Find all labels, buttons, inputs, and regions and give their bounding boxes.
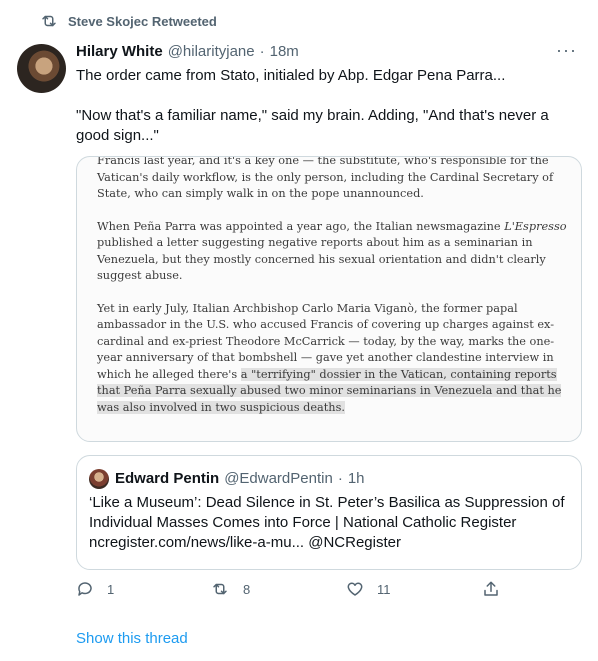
tweet-text-line2: "Now that's a familiar name," said my br…: [76, 107, 549, 144]
author-name[interactable]: Hilary White: [76, 43, 163, 60]
retweet-button[interactable]: 8: [210, 580, 250, 598]
show-thread-link[interactable]: Show this thread: [76, 630, 188, 647]
quoted-text: ‘Like a Museum’: Dead Silence in St. Pet…: [89, 494, 565, 531]
article-para-2-pre: When Peña Parra was appointed a year ago…: [97, 219, 505, 233]
more-icon[interactable]: ···: [556, 40, 577, 61]
retweet-count: 8: [243, 581, 251, 597]
quoted-header: Edward Pentin @EdwardPentin · 1h: [115, 470, 365, 487]
quoted-tweet[interactable]: Edward Pentin @EdwardPentin · 1h ‘Like a…: [76, 455, 582, 570]
retweet-label: Steve Skojec Retweeted: [68, 13, 217, 29]
tweet-header: Hilary White @hilarityjane · 18m: [76, 43, 299, 60]
like-button[interactable]: 11: [346, 580, 391, 598]
tweet-actions: 1 8 11: [76, 580, 498, 604]
like-count: 11: [377, 581, 391, 597]
reply-icon: [76, 580, 94, 598]
quoted-link: ncregister.com/news/like-a-mu... @NCRegi…: [89, 534, 401, 551]
article-para-1: Francis last year, and it's a key one — …: [97, 156, 554, 200]
tweet-time[interactable]: 18m: [270, 43, 299, 60]
reply-count: 1: [107, 581, 115, 597]
retweet-icon: [40, 12, 58, 30]
quoted-text-block: ‘Like a Museum’: Dead Silence in St. Pet…: [89, 493, 569, 553]
author-handle[interactable]: @hilarityjane: [168, 43, 255, 60]
quoted-author-avatar: [89, 469, 109, 489]
header-separator: ·: [259, 43, 265, 60]
article-para-3: Yet in early July, Italian Archbishop Ca…: [97, 301, 567, 417]
quoted-separator: ·: [337, 470, 343, 487]
heart-icon: [346, 580, 364, 598]
tweet-text-line1: The order came from Stato, initialed by …: [76, 67, 506, 84]
quoted-author-name: Edward Pentin: [115, 470, 220, 487]
author-avatar[interactable]: [17, 44, 66, 93]
article-para-2-post: published a letter suggesting negative r…: [97, 236, 546, 282]
article-para-2-em: L'Espresso: [504, 219, 567, 233]
article-screenshot: Francis last year, and it's a key one — …: [97, 156, 567, 432]
share-icon: [482, 580, 500, 598]
quoted-author-handle: @EdwardPentin: [224, 470, 333, 487]
reply-button[interactable]: 1: [76, 580, 114, 598]
tweet-text: The order came from Stato, initialed by …: [76, 66, 576, 166]
quoted-time: 1h: [347, 470, 365, 487]
tweet-image[interactable]: Francis last year, and it's a key one — …: [76, 156, 582, 442]
retweet-context[interactable]: Steve Skojec Retweeted: [40, 10, 217, 32]
article-para-2: When Peña Parra was appointed a year ago…: [97, 219, 567, 285]
share-button[interactable]: [482, 580, 500, 598]
retweet-action-icon: [210, 580, 230, 598]
